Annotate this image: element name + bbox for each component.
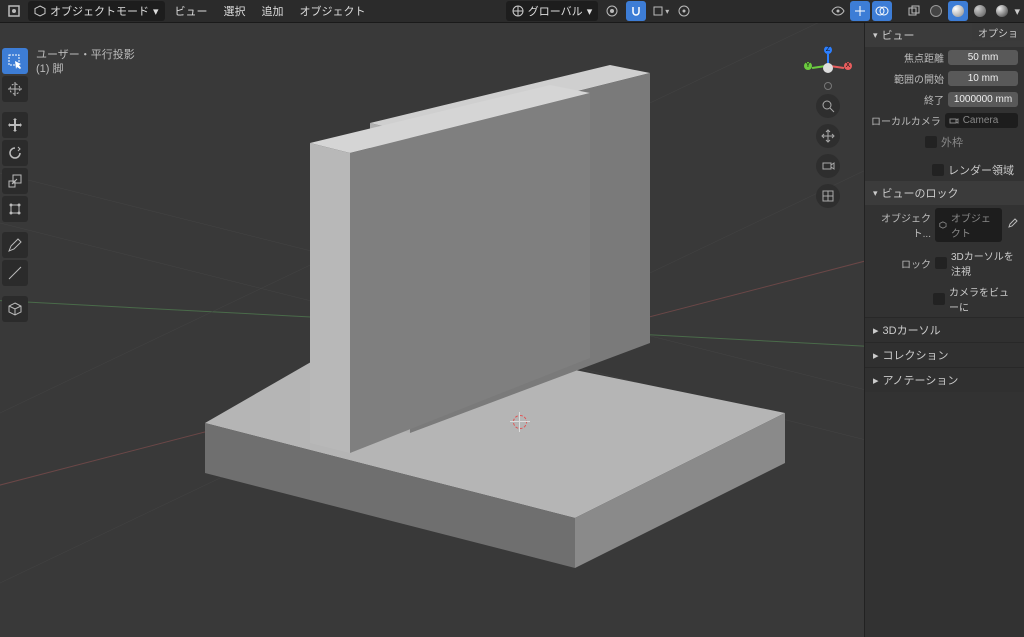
clip-end-field[interactable]: 1000000 mm <box>948 92 1018 107</box>
chevron-right-icon: ▸ <box>873 324 879 337</box>
n-panel: ▾ ビュー 焦点距離 50 mm 範囲の開始 10 mm 終了 1000000 … <box>864 23 1024 637</box>
section-collection[interactable]: ▸ コレクション <box>865 342 1024 367</box>
axis-y-handle[interactable]: Y <box>804 62 812 70</box>
local-camera-label: ローカルカメラ <box>871 113 941 128</box>
orientation-label: グローバル <box>528 3 583 19</box>
render-region-checkbox[interactable] <box>932 164 944 176</box>
overlay-toggle[interactable] <box>872 1 892 21</box>
pan-button[interactable] <box>816 124 840 148</box>
gizmo-toggle[interactable] <box>850 1 870 21</box>
tool-rotate[interactable] <box>2 140 28 166</box>
perspective-toggle-button[interactable] <box>816 184 840 208</box>
camera-view-button[interactable] <box>816 154 840 178</box>
chevron-down-icon: ▾ <box>153 5 159 18</box>
tool-add-primitive[interactable] <box>2 296 28 322</box>
tool-select-box[interactable] <box>2 48 28 74</box>
menu-add[interactable]: 追加 <box>256 1 290 21</box>
tool-transform[interactable] <box>2 196 28 222</box>
view-lock-label: ビューのロック <box>882 185 959 201</box>
tool-annotate[interactable] <box>2 232 28 258</box>
chevron-down-icon: ▾ <box>873 188 878 199</box>
mode-selector[interactable]: オブジェクトモード ▾ <box>28 1 165 21</box>
menu-object[interactable]: オブジェクト <box>294 1 372 21</box>
lock-3dcursor-label: 3Dカーソルを注視 <box>951 248 1018 278</box>
active-object-label: (1) 脚 <box>36 62 135 76</box>
clip-start-label: 範囲の開始 <box>871 71 944 86</box>
navigation-gizmo[interactable]: Z Y X <box>808 48 848 88</box>
outer-frame-label: 外枠 <box>941 134 963 150</box>
lock-label: ロック <box>871 256 931 271</box>
tool-measure[interactable] <box>2 260 28 286</box>
eyedropper-icon[interactable] <box>1006 218 1018 233</box>
lock-object-field[interactable]: オブジェクト <box>935 208 1002 242</box>
render-region-label: レンダー領域 <box>948 162 1014 178</box>
chevron-down-icon: ▾ <box>587 5 593 18</box>
xray-toggle[interactable] <box>904 1 924 21</box>
local-camera-field[interactable]: Camera <box>945 113 1018 128</box>
axis-z-handle[interactable]: Z <box>824 46 832 54</box>
3d-viewport[interactable] <box>0 23 864 637</box>
section-view-lock[interactable]: ▾ ビューのロック <box>865 181 1024 205</box>
lock-camera-label: カメラをビューに <box>949 284 1018 314</box>
menu-view[interactable]: ビュー <box>169 1 214 21</box>
focal-length-label: 焦点距離 <box>871 50 944 65</box>
mode-label: オブジェクトモード <box>50 3 149 19</box>
tool-scale[interactable] <box>2 168 28 194</box>
object-to-label: オブジェクト... <box>871 210 931 240</box>
outer-frame-checkbox[interactable] <box>925 136 937 148</box>
top-header: オブジェクトモード ▾ ビュー 選択 追加 オブジェクト グローバル ▾ ▾ ▾ <box>0 0 1024 23</box>
proportional-edit-button[interactable] <box>674 1 694 21</box>
menu-select[interactable]: 選択 <box>218 1 252 21</box>
header-overlay-icons: ▾ <box>828 1 1020 21</box>
viewport-canvas <box>0 23 864 637</box>
chevron-down-icon[interactable]: ▾ <box>1014 5 1020 18</box>
globe-icon <box>512 5 524 17</box>
orientation-selector[interactable]: グローバル ▾ <box>506 1 598 21</box>
chevron-down-icon: ▾ <box>873 30 878 41</box>
shading-rendered[interactable] <box>992 1 1012 21</box>
left-toolbar <box>2 48 30 322</box>
shading-material[interactable] <box>970 1 990 21</box>
focal-length-field[interactable]: 50 mm <box>948 50 1018 65</box>
section-annotation[interactable]: ▸ アノテーション <box>865 367 1024 392</box>
options-tab[interactable]: オプショ <box>972 23 1024 41</box>
camera-icon <box>949 116 959 126</box>
axis-x-handle[interactable]: X <box>844 62 852 70</box>
clip-start-field[interactable]: 10 mm <box>948 71 1018 86</box>
cube-icon <box>939 220 947 230</box>
snap-toggle[interactable] <box>626 1 646 21</box>
viewport-gizmos: Z Y X <box>808 48 848 208</box>
cube-icon <box>34 5 46 17</box>
projection-label: ユーザー・平行投影 <box>36 48 135 62</box>
tool-cursor[interactable] <box>2 76 28 102</box>
shading-wireframe[interactable] <box>926 1 946 21</box>
section-view-label: ビュー <box>882 27 915 43</box>
axis-neg-handle[interactable] <box>824 82 832 90</box>
tool-move[interactable] <box>2 112 28 138</box>
chevron-right-icon: ▸ <box>873 349 879 362</box>
clip-end-label: 終了 <box>871 92 944 107</box>
lock-camera-checkbox[interactable] <box>933 293 945 305</box>
lock-3dcursor-checkbox[interactable] <box>935 257 947 269</box>
chevron-right-icon: ▸ <box>873 374 879 387</box>
zoom-button[interactable] <box>816 94 840 118</box>
shading-solid[interactable] <box>948 1 968 21</box>
snap-target-button[interactable]: ▾ <box>650 1 670 21</box>
section-3d-cursor[interactable]: ▸ 3Dカーソル <box>865 317 1024 342</box>
editor-type-button[interactable] <box>4 1 24 21</box>
visibility-button[interactable] <box>828 1 848 21</box>
viewport-info: ユーザー・平行投影 (1) 脚 <box>36 48 135 76</box>
pivot-button[interactable] <box>602 1 622 21</box>
